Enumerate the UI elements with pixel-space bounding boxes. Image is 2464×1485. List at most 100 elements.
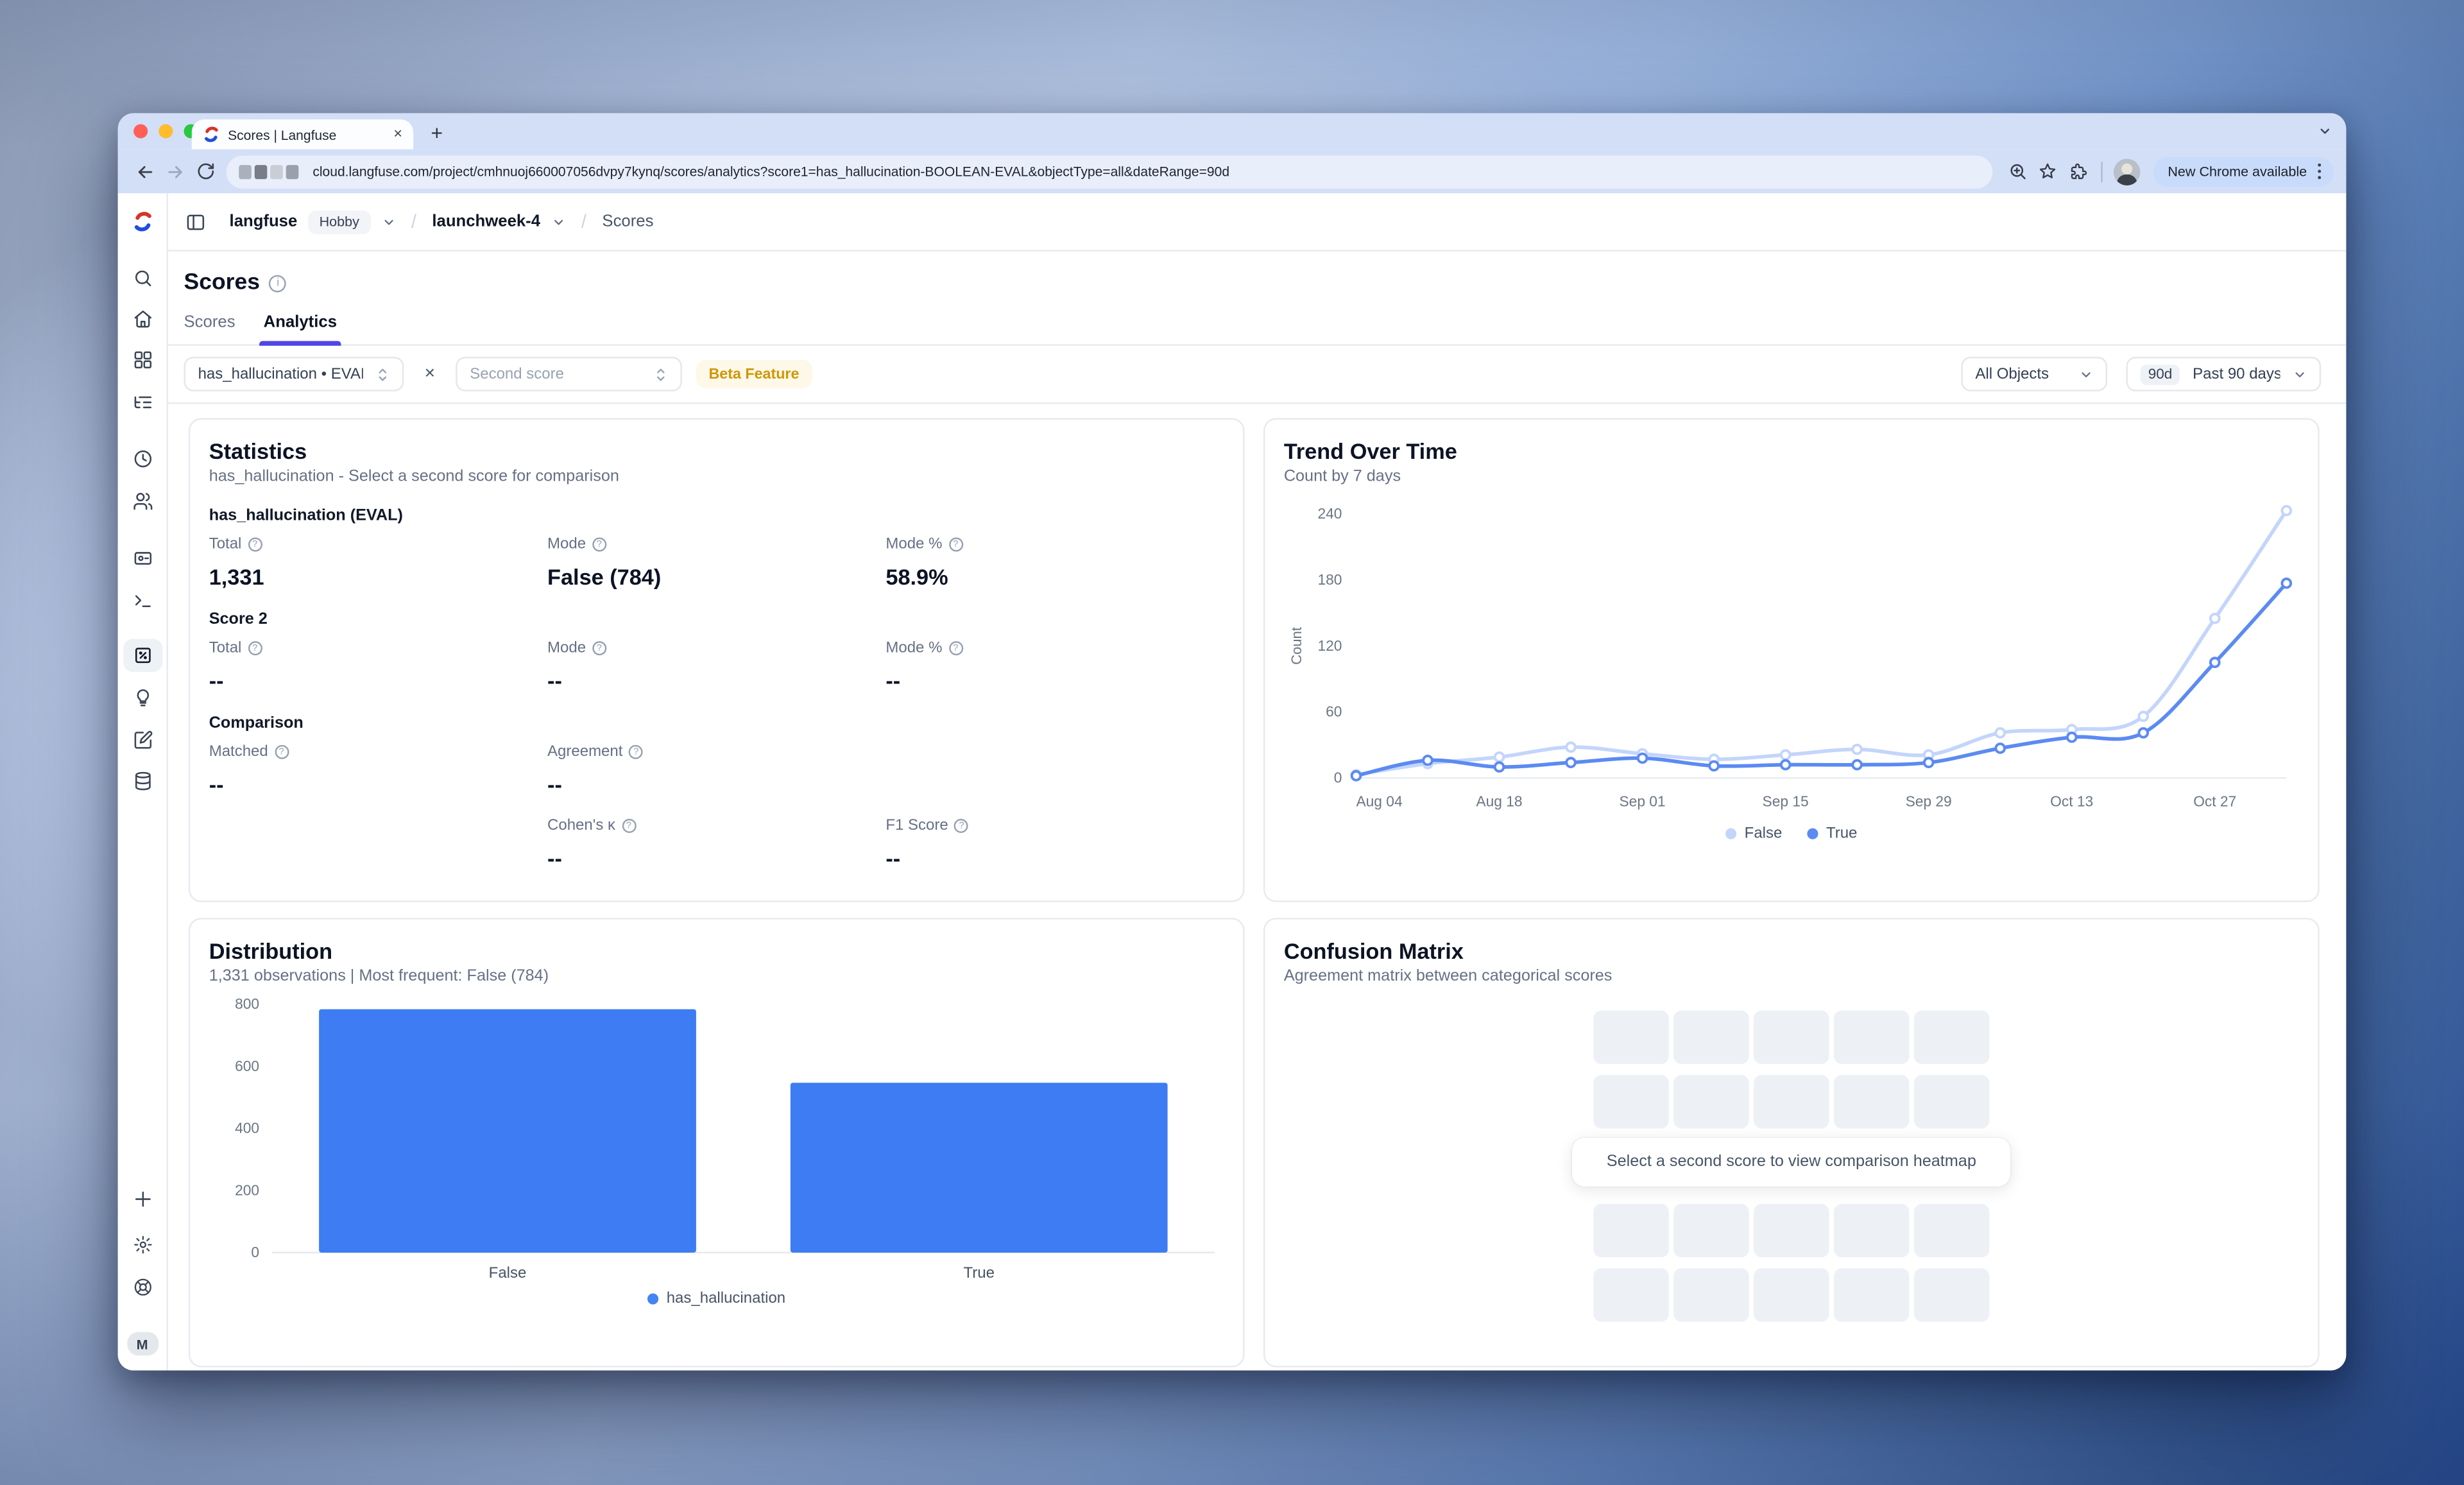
profile-avatar[interactable]	[2113, 158, 2140, 185]
statistics-card: Statistics has_hallucination - Select a …	[189, 418, 1245, 902]
sidebar-item-datasets[interactable]	[132, 771, 153, 791]
sidebar-item-settings[interactable]	[132, 1235, 153, 1255]
help-icon[interactable]: ?	[948, 641, 963, 655]
life-buoy-icon	[132, 1277, 153, 1298]
forward-icon[interactable]	[160, 157, 191, 187]
sidebar-item-annotation[interactable]	[132, 730, 153, 751]
back-icon[interactable]	[130, 157, 160, 187]
heatmap-placeholder-cell	[1914, 1011, 1990, 1064]
help-icon[interactable]: ?	[955, 819, 969, 833]
url-text: cloud.langfuse.com/project/cmhnuoj660007…	[312, 164, 1979, 179]
metric-matched: Matched? --	[209, 743, 547, 796]
x-ticks: Aug 04Aug 18Sep 01Sep 15Sep 29Oct 13Oct …	[1356, 793, 2236, 809]
svg-text:0: 0	[251, 1244, 259, 1260]
sidebar-item-tracing[interactable]	[132, 392, 153, 413]
sidebar-item-playground[interactable]	[132, 590, 153, 611]
org-chevron-down-icon[interactable]	[381, 214, 395, 228]
browser-tab[interactable]: Scores | Langfuse ×	[192, 119, 413, 150]
metric-cohens-kappa: Cohen's κ? --	[547, 817, 886, 870]
y-ticks: 0200400600800	[235, 995, 259, 1260]
prompts-icon	[132, 547, 153, 568]
metric-mode-pct-2: Mode %? --	[886, 640, 1224, 693]
evaluation-icon	[132, 645, 153, 665]
extensions-icon[interactable]	[2062, 157, 2092, 187]
heatmap-placeholder-cell	[1754, 1268, 1829, 1321]
heatmap-placeholder-cell	[1673, 1204, 1749, 1257]
svg-text:400: 400	[235, 1120, 259, 1137]
svg-text:Aug 18: Aug 18	[1476, 793, 1522, 809]
help-icon[interactable]: ?	[275, 745, 289, 759]
sidebar-item-users[interactable]	[132, 491, 153, 511]
browser-menu-icon[interactable]	[2318, 164, 2321, 179]
second-score-select[interactable]: Second score	[456, 357, 682, 391]
help-icon[interactable]: ?	[592, 641, 606, 655]
distribution-subtitle: 1,331 observations | Most frequent: Fals…	[209, 968, 1224, 986]
heatmap-placeholder-cell	[1834, 1011, 1910, 1064]
y-axis-label: Count	[1288, 627, 1305, 665]
minimize-window-button[interactable]	[158, 124, 173, 138]
trend-legend: False True	[1284, 825, 2299, 843]
desktop-wallpaper: Scores | Langfuse × + cloud	[0, 0, 2464, 1485]
url-bar[interactable]: cloud.langfuse.com/project/cmhnuoj660007…	[227, 155, 1992, 187]
user-initial-avatar[interactable]: M	[126, 1332, 158, 1356]
object-type-select[interactable]: All Objects	[1961, 357, 2107, 391]
breadcrumb-project[interactable]: launchweek-4	[432, 212, 540, 231]
confusion-subtitle: Agreement matrix between categorical sco…	[1284, 968, 2299, 986]
sidebar-item-evaluation[interactable]	[132, 645, 153, 665]
breadcrumb-separator-2: /	[581, 210, 586, 232]
heatmap-placeholder-cell	[1754, 1011, 1829, 1064]
help-icon[interactable]: ?	[629, 745, 643, 759]
svg-text:Oct 13: Oct 13	[2050, 793, 2093, 809]
main-column: langfuse Hobby / launchweek-4 / Scores	[168, 193, 2346, 1370]
date-range-select[interactable]: 90d Past 90 days	[2126, 357, 2321, 391]
close-window-button[interactable]	[133, 124, 148, 138]
sidebar-item-evaluators[interactable]	[132, 687, 153, 708]
bookmark-star-icon[interactable]	[2033, 157, 2063, 187]
breadcrumb-org[interactable]: langfuse	[230, 212, 298, 231]
database-icon	[132, 771, 153, 791]
legend-item[interactable]: False	[1725, 825, 1782, 843]
sidebar-item-search[interactable]	[132, 268, 153, 289]
help-icon[interactable]: ?	[948, 538, 963, 552]
legend-item[interactable]: True	[1808, 825, 1858, 843]
range-label: Past 90 days	[2193, 365, 2280, 382]
sidebar-item-support[interactable]	[132, 1277, 153, 1298]
help-icon[interactable]: ?	[622, 819, 636, 833]
bar-true	[791, 1083, 1168, 1253]
help-icon[interactable]: ?	[248, 538, 262, 552]
tab-scores[interactable]: Scores	[184, 313, 235, 344]
score2-section-heading: Score 2	[209, 612, 1224, 629]
bar-false	[319, 1009, 696, 1253]
confusion-placeholder-message: Select a second score to view comparison…	[1572, 1138, 2011, 1187]
info-icon[interactable]: i	[270, 274, 287, 291]
zoom-page-icon[interactable]	[2003, 157, 2033, 187]
sidebar-item-upgrade[interactable]	[132, 1189, 153, 1210]
help-icon[interactable]: ?	[248, 641, 262, 655]
tab-close-icon[interactable]: ×	[393, 126, 402, 143]
clear-score-button[interactable]: ×	[418, 365, 441, 383]
sidebar-item-sessions[interactable]	[132, 449, 153, 469]
score1-select-value: has_hallucination • EVAL	[198, 365, 363, 382]
trend-subtitle: Count by 7 days	[1284, 468, 2299, 486]
new-tab-button[interactable]: +	[423, 118, 451, 146]
svg-text:Sep 29: Sep 29	[1906, 793, 1952, 809]
help-icon[interactable]: ?	[592, 538, 606, 552]
sidebar-toggle-icon[interactable]	[185, 211, 206, 232]
tab-analytics[interactable]: Analytics	[264, 313, 337, 344]
sidebar-item-dashboards[interactable]	[132, 350, 153, 370]
legend-item[interactable]: has_hallucination	[647, 1291, 785, 1308]
heatmap-placeholder-cell	[1834, 1204, 1910, 1257]
metric-mode-pct: Mode %? 58.9%	[886, 536, 1224, 589]
site-permission-icons[interactable]	[239, 164, 298, 178]
heatmap-placeholder-cell	[1914, 1268, 1990, 1321]
update-chrome-button[interactable]: New Chrome available	[2152, 157, 2334, 187]
breadcrumb-page: Scores	[602, 212, 653, 231]
sidebar-item-prompts[interactable]	[132, 547, 153, 568]
reload-icon[interactable]	[190, 157, 220, 187]
heatmap-placeholder-row	[1593, 1204, 1989, 1257]
project-chevron-down-icon[interactable]	[551, 214, 565, 228]
tab-search-chevron-icon[interactable]	[2318, 124, 2332, 138]
score1-select[interactable]: has_hallucination • EVAL	[184, 357, 404, 391]
distribution-bar-chart: 0200400600800FalseTrue	[209, 995, 1228, 1287]
sidebar-item-home[interactable]	[132, 309, 153, 329]
